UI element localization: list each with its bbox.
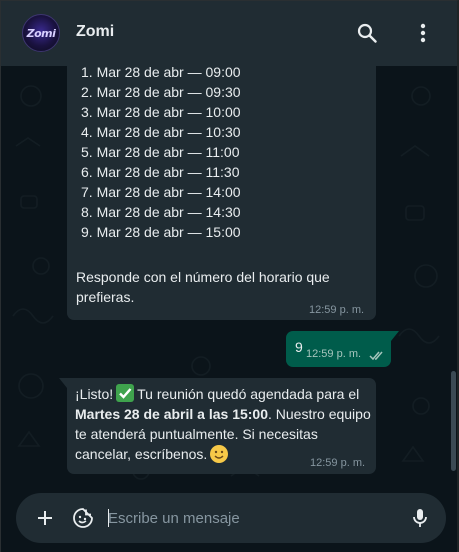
- time-slot-item: 7. Mar 28 de abr — 14:00: [81, 184, 241, 200]
- message-timestamp: 12:59 p. m.: [306, 348, 362, 360]
- time-slot-item: 6. Mar 28 de abr — 11:30: [81, 164, 240, 180]
- time-slot-item: 5. Mar 28 de abr — 11:00: [81, 144, 240, 160]
- avatar-logo-text: Zomi: [26, 26, 56, 40]
- time-slot-item: 2. Mar 28 de abr — 09:30: [81, 84, 241, 100]
- time-slot-item: 3. Mar 28 de abr — 10:00: [81, 104, 241, 120]
- message-input[interactable]: [108, 502, 398, 534]
- incoming-message-confirmation[interactable]: ¡Listo! Tu reunión quedó agendada para el…: [59, 378, 376, 474]
- smiling-face-emoji-icon: [210, 445, 229, 463]
- outgoing-message[interactable]: 9 12:59 p. m.: [286, 331, 399, 367]
- check-mark-emoji-icon: [116, 384, 135, 402]
- plus-icon[interactable]: [33, 506, 57, 530]
- more-vertical-icon[interactable]: [411, 21, 435, 45]
- bubble-tail: [59, 378, 67, 388]
- confirmation-opening: ¡Listo!: [75, 386, 114, 402]
- message-composer: [16, 493, 446, 543]
- search-icon[interactable]: [355, 21, 379, 45]
- mic-icon[interactable]: [408, 506, 432, 530]
- bubble-tail: [391, 331, 399, 341]
- chat-scrollbar[interactable]: [451, 371, 456, 471]
- avatar[interactable]: Zomi: [22, 14, 60, 52]
- time-slot-item: 8. Mar 28 de abr — 14:30: [81, 204, 241, 220]
- sticker-icon[interactable]: [71, 506, 95, 530]
- outgoing-message-text: 9: [295, 339, 303, 355]
- chat-header: Zomi Zomi: [1, 1, 457, 66]
- confirmation-text: ¡Listo! Tu reunión quedó agendada para el…: [75, 384, 371, 464]
- message-timestamp: 12:59 p. m.: [310, 457, 366, 469]
- time-slot-item: 9. Mar 28 de abr — 15:00: [81, 224, 241, 240]
- chat-window: Zomi Zomi 1. Mar 28 de abr — 09:00 2. Ma…: [0, 0, 459, 552]
- confirmation-date: Martes 28 de abril a las 15:00: [75, 406, 268, 422]
- time-slot-item: 4. Mar 28 de abr — 10:30: [81, 124, 241, 140]
- composer-area: [1, 487, 457, 552]
- time-slot-item: 1. Mar 28 de abr — 09:00: [81, 66, 241, 80]
- confirmation-part: Tu reunión quedó agendada para el: [137, 386, 360, 402]
- contact-name[interactable]: Zomi: [76, 23, 114, 41]
- message-list[interactable]: 1. Mar 28 de abr — 09:00 2. Mar 28 de ab…: [1, 66, 457, 487]
- message-timestamp: 12:59 p. m.: [309, 304, 365, 316]
- double-check-read-icon: [369, 348, 385, 364]
- time-slot-list: 1. Mar 28 de abr — 09:00 2. Mar 28 de ab…: [81, 66, 241, 242]
- incoming-message-slots[interactable]: 1. Mar 28 de abr — 09:00 2. Mar 28 de ab…: [67, 66, 376, 320]
